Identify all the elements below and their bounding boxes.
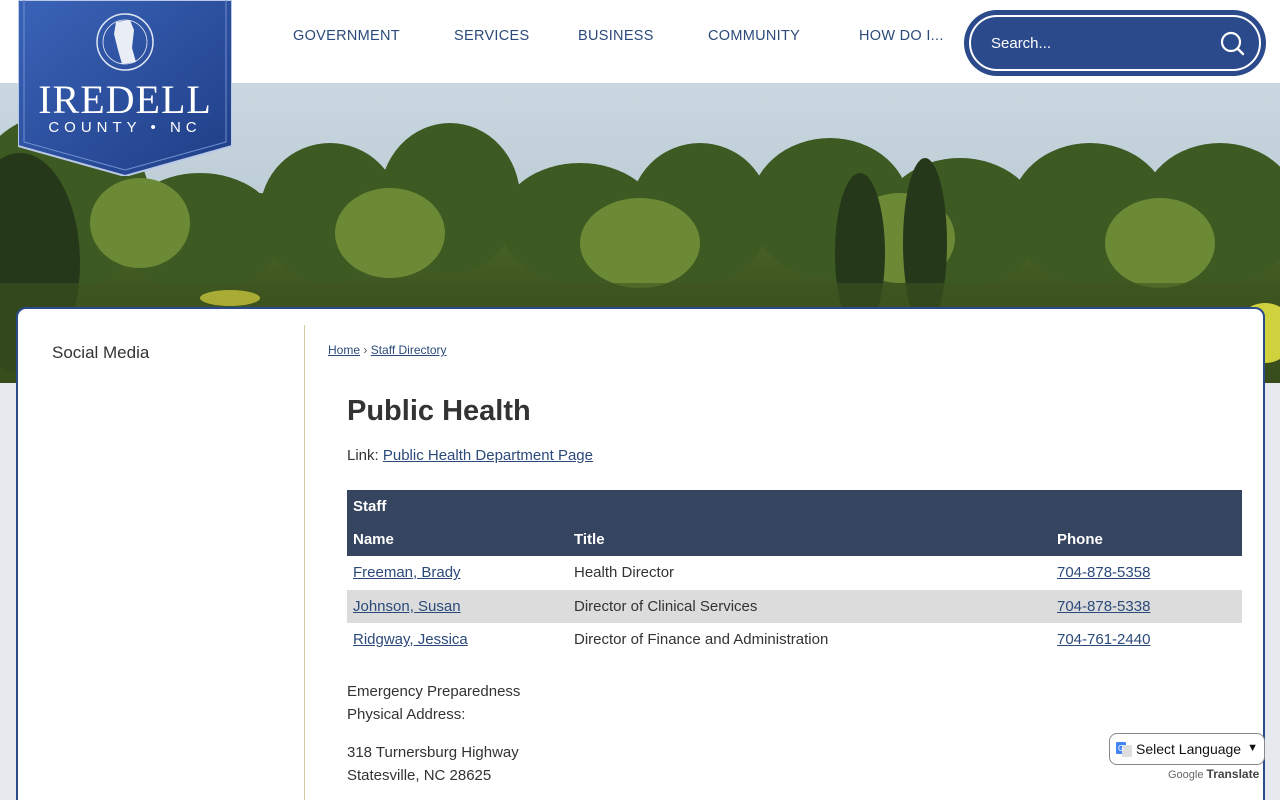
- logo-title: IREDELL: [38, 77, 212, 122]
- google-wordmark: Google: [1168, 769, 1204, 781]
- breadcrumb-staff-directory-link[interactable]: Staff Directory: [371, 343, 447, 357]
- table-row: Ridgway, Jessica Director of Finance and…: [347, 623, 1242, 657]
- staff-table: Staff Name Title Phone Freeman, Brady He…: [347, 490, 1242, 657]
- staff-phone-link[interactable]: 704-878-5358: [1057, 564, 1150, 581]
- address-line-2: Physical Address:: [347, 706, 466, 723]
- content-card: Social Media Home › Staff Directory Publ…: [16, 307, 1265, 800]
- chevron-down-icon: ▼: [1247, 742, 1258, 754]
- county-logo[interactable]: IREDELL COUNTY • NC: [18, 0, 232, 176]
- column-header-name: Name: [347, 522, 568, 556]
- breadcrumb-home-link[interactable]: Home: [328, 343, 360, 357]
- table-row: Freeman, Brady Health Director 704-878-5…: [347, 556, 1242, 590]
- nav-item-business[interactable]: BUSINESS: [578, 28, 654, 44]
- sidebar-item-social-media[interactable]: Social Media: [52, 343, 149, 363]
- breadcrumb: Home › Staff Directory: [328, 343, 447, 357]
- link-prefix: Link:: [347, 447, 379, 464]
- nav-item-services[interactable]: SERVICES: [454, 28, 529, 44]
- nav-item-community[interactable]: COMMUNITY: [708, 28, 800, 44]
- address-street: 318 Turnersburg Highway: [347, 744, 519, 761]
- breadcrumb-separator: ›: [363, 343, 368, 357]
- staff-name-link[interactable]: Freeman, Brady: [353, 564, 461, 581]
- address-heading: Emergency Preparedness Physical Address:: [347, 680, 520, 726]
- staff-name-link[interactable]: Johnson, Susan: [353, 598, 461, 615]
- street-address: 318 Turnersburg Highway Statesville, NC …: [347, 741, 519, 787]
- staff-table-caption: Staff: [347, 490, 1242, 522]
- search-box: [964, 10, 1266, 76]
- search-inner: [969, 15, 1261, 71]
- search-icon[interactable]: [1219, 30, 1245, 56]
- staff-name-link[interactable]: Ridgway, Jessica: [353, 631, 468, 648]
- select-language-dropdown[interactable]: G Select Language ▼: [1109, 733, 1265, 765]
- select-language-label: Select Language: [1136, 741, 1242, 757]
- column-header-title: Title: [568, 522, 1051, 556]
- nav-item-how-do-i[interactable]: HOW DO I...: [859, 28, 944, 44]
- powered-by-google-translate[interactable]: Google Translate: [1168, 767, 1259, 781]
- staff-title: Health Director: [574, 564, 675, 582]
- address-city: Statesville, NC 28625: [347, 767, 492, 784]
- page-title: Public Health: [347, 395, 531, 427]
- column-header-phone: Phone: [1051, 522, 1242, 556]
- nav-item-government[interactable]: GOVERNMENT: [293, 28, 400, 44]
- department-link-line: Link: Public Health Department Page: [347, 447, 593, 464]
- translate-brand-label: Translate: [1206, 767, 1260, 781]
- staff-phone-link[interactable]: 704-761-2440: [1057, 631, 1150, 648]
- svg-text:G: G: [1118, 744, 1124, 753]
- staff-title: Director of Clinical Services: [568, 589, 1051, 623]
- department-page-link[interactable]: Public Health Department Page: [383, 447, 593, 464]
- google-translate-icon: G: [1116, 742, 1132, 757]
- logo-subtitle: COUNTY • NC: [48, 119, 202, 136]
- address-line-1: Emergency Preparedness: [347, 683, 521, 700]
- table-row: Johnson, Susan Director of Clinical Serv…: [347, 589, 1242, 623]
- staff-title: Director of Finance and Administration: [574, 631, 829, 649]
- staff-phone-link[interactable]: 704-878-5338: [1057, 598, 1150, 615]
- sidebar-divider: [304, 325, 305, 800]
- search-input[interactable]: [991, 29, 1211, 57]
